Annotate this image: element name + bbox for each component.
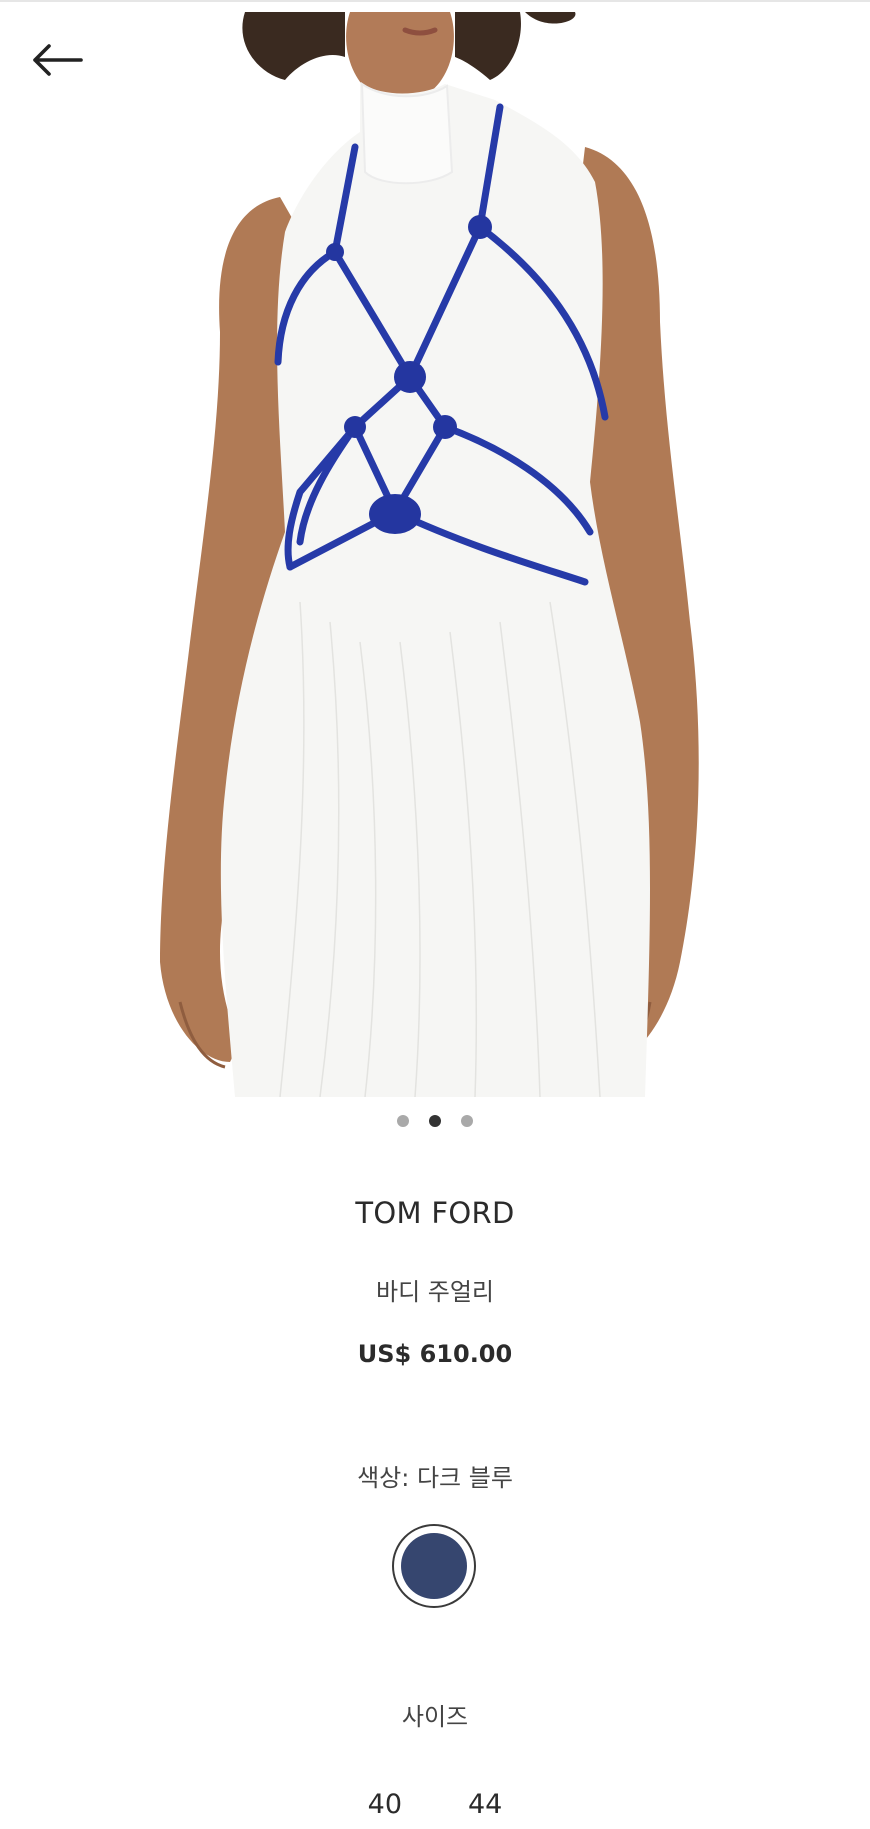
- color-swatch-selected[interactable]: [392, 1524, 476, 1608]
- color-swatch-dark-blue: [401, 1533, 467, 1599]
- size-option-44[interactable]: 44: [462, 1787, 508, 1822]
- pager-dot[interactable]: [397, 1115, 409, 1127]
- pager-dot-active[interactable]: [429, 1115, 441, 1127]
- size-option-40[interactable]: 40: [362, 1787, 408, 1822]
- product-name: 바디 주얼리: [375, 1278, 495, 1306]
- size-title: 사이즈: [401, 1703, 469, 1731]
- product-image[interactable]: [0, 2, 870, 1097]
- image-pager: [0, 1110, 870, 1132]
- size-options: 40 44: [0, 1787, 870, 1822]
- color-label: 색상: 다크 블루: [357, 1464, 513, 1492]
- brand-name[interactable]: TOM FORD: [0, 1196, 870, 1230]
- arrow-left-icon: [33, 44, 83, 76]
- pager-dot[interactable]: [461, 1115, 473, 1127]
- product-price: US$ 610.00: [357, 1340, 513, 1368]
- back-button[interactable]: [22, 30, 92, 90]
